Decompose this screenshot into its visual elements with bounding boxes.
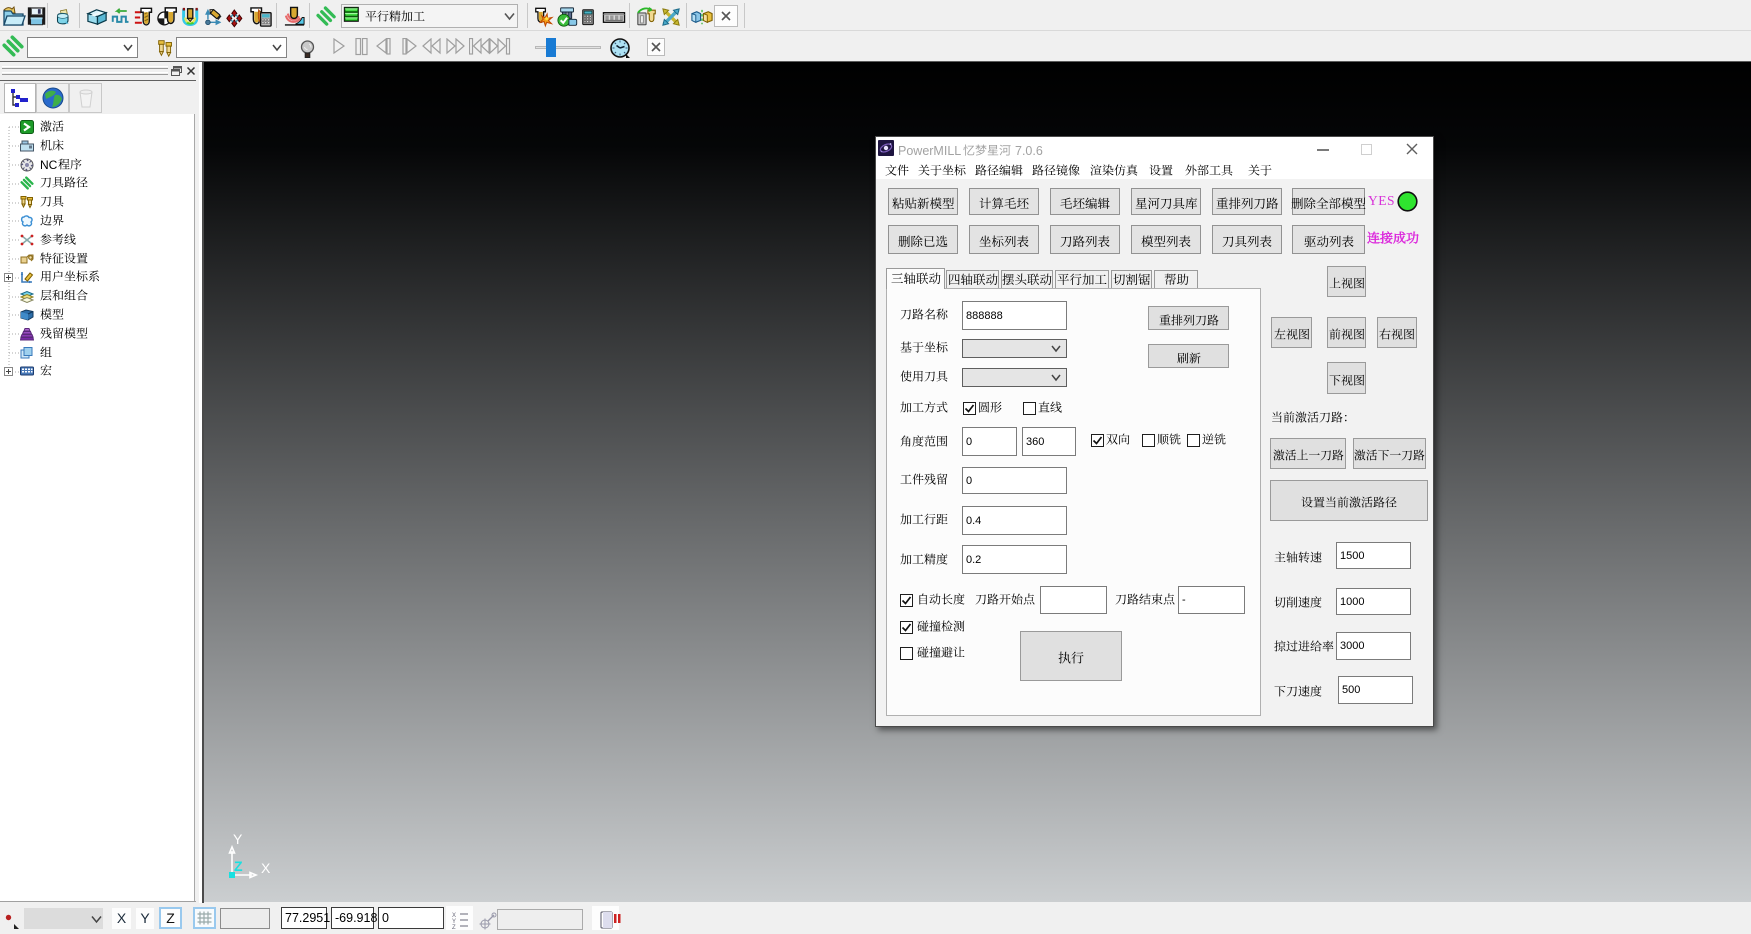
svg-text:Y: Y bbox=[233, 831, 243, 847]
svg-text:Z: Z bbox=[234, 858, 243, 874]
svg-text:Z: Z bbox=[452, 925, 456, 929]
svg-text:X: X bbox=[261, 860, 271, 876]
